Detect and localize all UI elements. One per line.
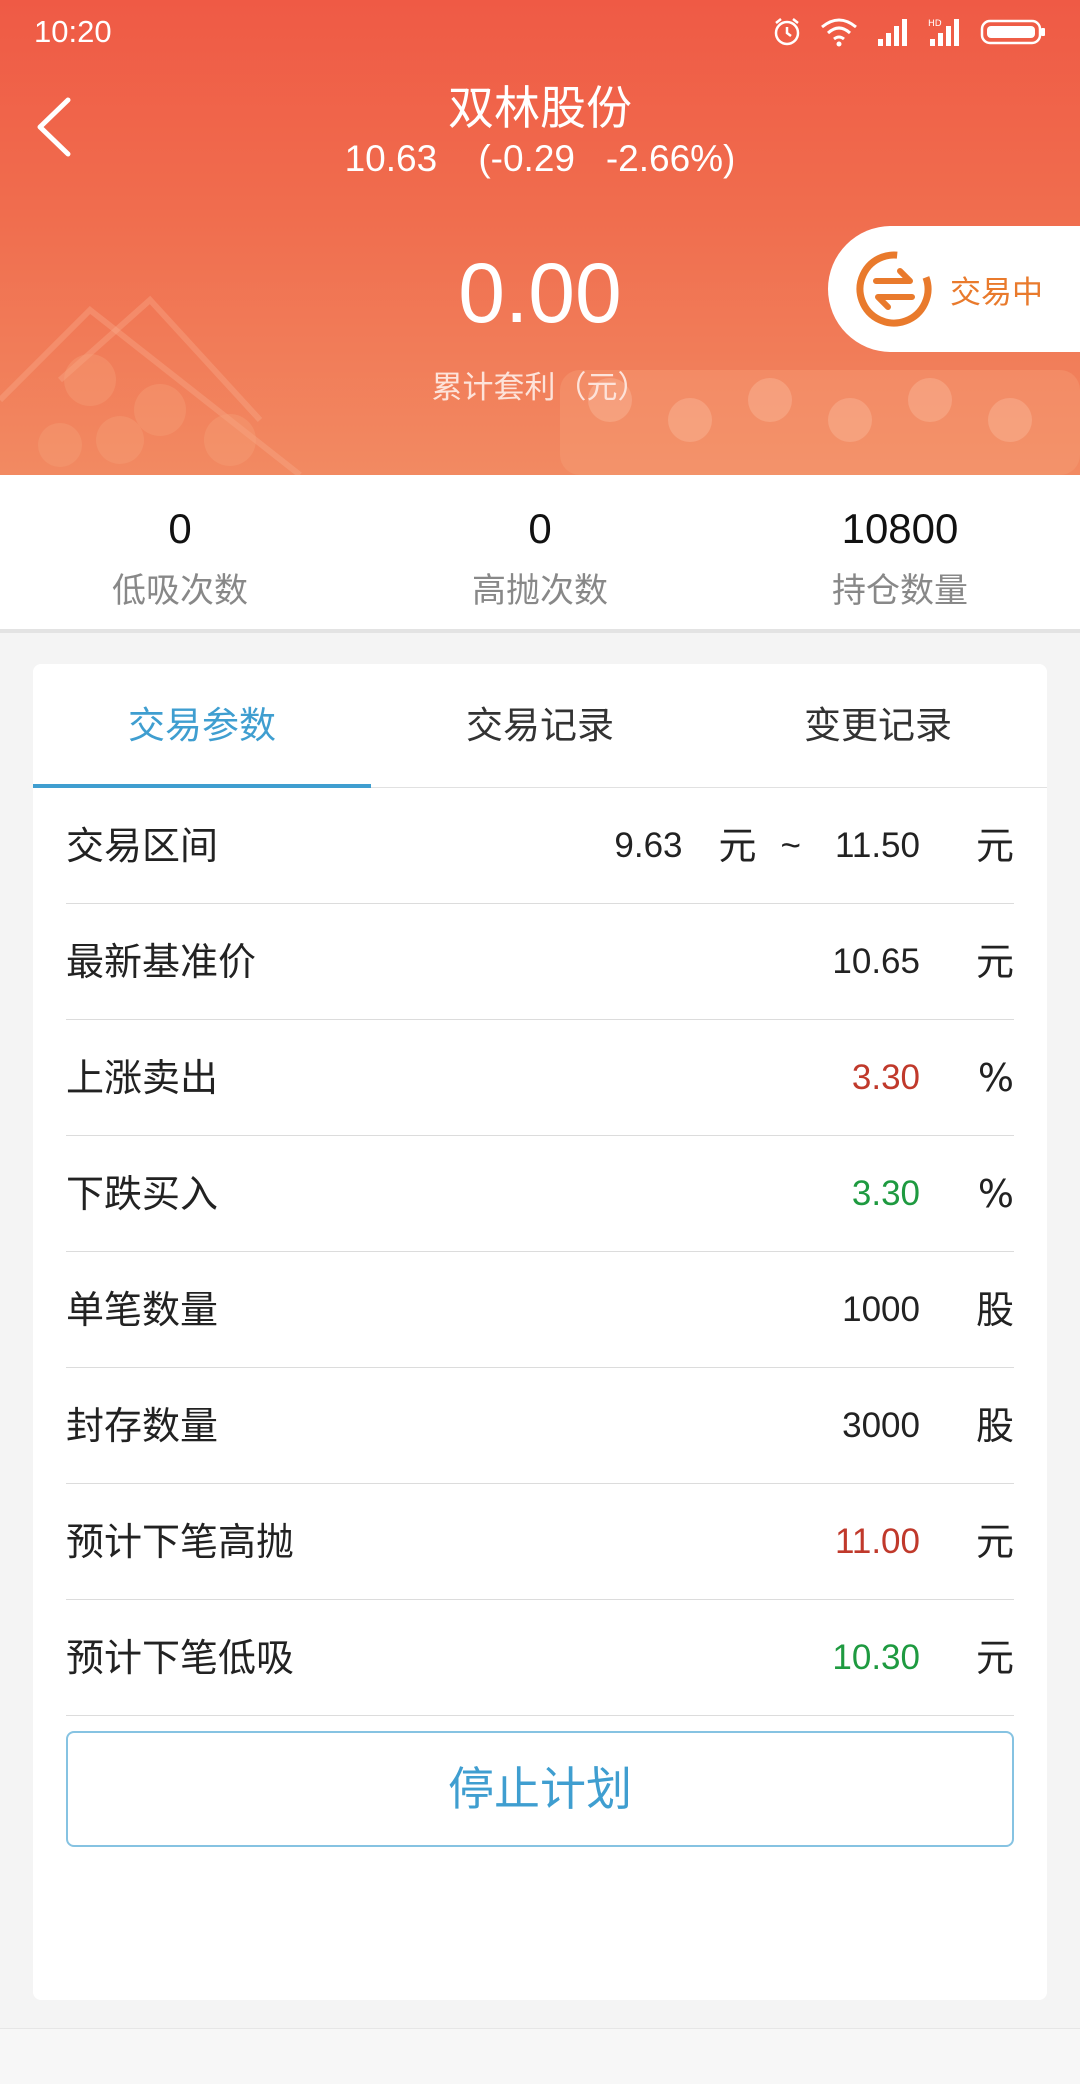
param-row-fall-buy: 下跌买入 3.30 % — [66, 1136, 1014, 1252]
param-value: 3.30 — [851, 1058, 920, 1097]
alarm-icon — [774, 18, 800, 46]
param-row-next-sell: 预计下笔高抛 11.00 元 — [66, 1484, 1014, 1600]
param-value: 10.30 — [832, 1638, 920, 1677]
range-low-unit: 元 — [718, 824, 757, 868]
param-unit: 元 — [975, 824, 1014, 868]
param-unit: 元 — [975, 940, 1014, 984]
param-value: 3000 — [842, 1406, 920, 1445]
param-value: 10.65 — [832, 942, 920, 981]
param-unit: 股 — [975, 1404, 1014, 1448]
param-label: 单笔数量 — [66, 1288, 219, 1332]
params-card: 交易参数 交易记录 变更记录 交易区间 9.63 元 ~ 11.50 元 最新基… — [33, 664, 1047, 2000]
stat-position-quantity: 10800 持仓数量 — [720, 475, 1080, 629]
param-row-range: 交易区间 9.63 元 ~ 11.50 元 — [66, 788, 1014, 904]
system-nav-bar — [0, 2028, 1080, 2084]
status-time: 10:20 — [34, 14, 112, 49]
page-title: 双林股份 — [448, 81, 632, 135]
range-low: 9.63 — [614, 826, 683, 865]
stat-label: 持仓数量 — [832, 571, 968, 611]
param-label: 上涨卖出 — [66, 1056, 219, 1100]
param-unit: 元 — [975, 1636, 1014, 1680]
param-label: 下跌买入 — [66, 1172, 219, 1216]
signal-hd-icon: HD — [928, 19, 959, 46]
param-row-lot-size: 单笔数量 1000 股 — [66, 1252, 1014, 1368]
range-values: 9.63 元 ~ 11.50 — [614, 788, 920, 904]
signal-icon — [878, 19, 907, 46]
param-row-next-buy: 预计下笔低吸 10.30 元 — [66, 1600, 1014, 1716]
range-separator: ~ — [780, 826, 801, 865]
exchange-icon — [856, 251, 932, 327]
tab-change-records[interactable]: 变更记录 — [709, 664, 1047, 787]
param-label: 预计下笔低吸 — [66, 1636, 295, 1680]
param-unit: 元 — [975, 1520, 1014, 1564]
param-value: 3.30 — [851, 1174, 920, 1213]
param-value: 1000 — [842, 1290, 920, 1329]
stat-value: 10800 — [841, 505, 959, 552]
trading-status-pill[interactable]: 交易中 — [828, 226, 1080, 352]
param-label: 交易区间 — [66, 824, 219, 868]
tab-trading-records[interactable]: 交易记录 — [371, 664, 709, 787]
stock-quote: 10.63 (-0.29 -2.66%) — [344, 138, 736, 179]
stat-low-buy-count: 0 低吸次数 — [0, 475, 360, 629]
status-icons: HD — [772, 16, 1046, 48]
stat-high-sell-count: 0 高抛次数 — [360, 475, 720, 629]
stats-bar: 0 低吸次数 0 高抛次数 10800 持仓数量 — [0, 475, 1080, 633]
param-value: 11.00 — [835, 1522, 920, 1561]
tab-trading-params[interactable]: 交易参数 — [33, 664, 371, 788]
param-label: 最新基准价 — [66, 940, 257, 984]
param-unit: % — [977, 1172, 1014, 1216]
params-list: 交易区间 9.63 元 ~ 11.50 元 最新基准价 10.65 元 上涨卖出… — [33, 788, 1047, 1716]
stat-value: 0 — [528, 505, 552, 552]
wifi-icon — [821, 18, 857, 47]
stat-label: 高抛次数 — [472, 571, 608, 611]
tab-bar: 交易参数 交易记录 变更记录 — [33, 664, 1047, 788]
param-unit: % — [977, 1056, 1014, 1100]
param-label: 封存数量 — [66, 1404, 219, 1448]
stop-plan-button[interactable]: 停止计划 — [66, 1731, 1014, 1847]
param-row-locked-qty: 封存数量 3000 股 — [66, 1368, 1014, 1484]
status-bar: 10:20 HD — [0, 0, 1080, 64]
battery-icon — [980, 19, 1045, 45]
stat-value: 0 — [168, 505, 192, 552]
param-row-rise-sell: 上涨卖出 3.30 % — [66, 1020, 1014, 1136]
param-label: 预计下笔高抛 — [66, 1520, 295, 1564]
range-high: 11.50 — [835, 826, 920, 865]
svg-text:HD: HD — [928, 19, 942, 29]
header: 10:20 HD 双林股份 10.63 (-0.29 -2.66%) 0.00 … — [0, 0, 1080, 475]
trading-status-label: 交易中 — [950, 274, 1043, 311]
param-unit: 股 — [975, 1288, 1014, 1332]
cumulative-profit-label: 累计套利（元） — [431, 370, 649, 406]
stat-label: 低吸次数 — [112, 571, 248, 611]
param-row-base-price: 最新基准价 10.65 元 — [66, 904, 1014, 1020]
